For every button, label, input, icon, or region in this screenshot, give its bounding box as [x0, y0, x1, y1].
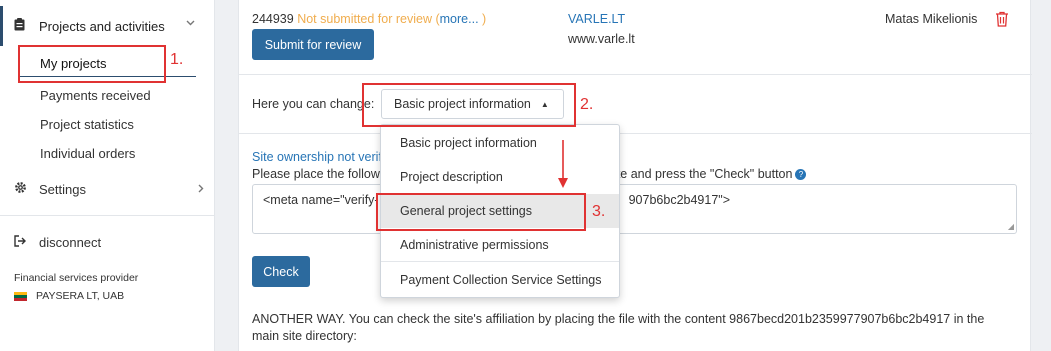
annotation-label-3: 3.: [592, 203, 606, 220]
resize-grip-icon[interactable]: ◢: [1008, 222, 1014, 231]
sidebar-active-accent: [0, 6, 3, 46]
site-name-link[interactable]: VARLE.LT: [568, 12, 625, 26]
dropdown-option-payment-collection[interactable]: Payment Collection Service Settings: [381, 263, 619, 297]
main-panel: 244939 Not submitted for review (more...…: [238, 0, 1032, 351]
annotation-label-2: 2.: [580, 96, 594, 113]
provider-company: PAYSERA LT, UAB: [14, 290, 124, 302]
sidebar-divider: [0, 215, 215, 216]
help-icon[interactable]: ?: [795, 169, 807, 181]
sidebar-item-settings[interactable]: Settings: [14, 181, 204, 197]
gear-icon: [14, 181, 28, 197]
instruction-start: Please place the follow: [252, 167, 380, 181]
project-status: Not submitted for review: [297, 12, 432, 26]
sidebar-item-disconnect[interactable]: disconnect: [14, 235, 101, 250]
dropdown-option-project-description[interactable]: Project description: [381, 160, 619, 194]
change-label: Here you can change:: [252, 97, 375, 111]
section-divider: [239, 133, 1032, 134]
arrow-down-icon: [555, 140, 571, 192]
disconnect-label: disconnect: [39, 235, 102, 250]
logout-icon: [14, 235, 28, 250]
project-id-line: 244939 Not submitted for review (more...…: [252, 12, 486, 26]
sidebar-item-project-statistics[interactable]: Project statistics: [40, 117, 134, 132]
chevron-right-icon: [198, 182, 204, 196]
annotation-box-2: [362, 83, 576, 127]
project-owner: Matas Mikelionis: [885, 12, 978, 26]
dropdown-divider: [381, 261, 619, 262]
ownership-warning: Site ownership not verif: [252, 150, 382, 164]
sidebar-section-projects[interactable]: Projects and activities: [14, 18, 195, 34]
meta-end: 907b6bc2b4917">: [628, 193, 731, 207]
provider-label: Financial services provider: [14, 272, 139, 284]
dropdown-option-admin-permissions[interactable]: Administrative permissions: [381, 228, 619, 262]
annotation-box-3: [376, 193, 586, 231]
section-divider: [239, 74, 1032, 75]
site-url: www.varle.lt: [568, 32, 635, 46]
check-button[interactable]: Check: [252, 256, 310, 287]
submit-for-review-button[interactable]: Submit for review: [252, 29, 374, 60]
annotation-label-1: 1.: [170, 51, 184, 68]
lithuania-flag-icon: [14, 291, 27, 301]
chevron-down-icon: [186, 18, 195, 29]
dropdown-option-basic-info[interactable]: Basic project information: [381, 126, 619, 160]
more-close-paren: ): [482, 12, 487, 26]
meta-tag-textarea[interactable]: <meta name="verify- 907b6bc2b4917"> ◢: [252, 184, 1017, 234]
sidebar-item-individual-orders[interactable]: Individual orders: [40, 146, 135, 161]
company-name: PAYSERA LT, UAB: [36, 290, 125, 302]
another-way-text: ANOTHER WAY. You can check the site's af…: [252, 312, 985, 343]
more-link[interactable]: more...: [440, 12, 479, 26]
annotation-box-1: [18, 45, 166, 83]
project-id: 244939: [252, 12, 294, 26]
sidebar-section-title: Projects and activities: [39, 18, 165, 34]
sidebar-settings-label: Settings: [39, 181, 86, 197]
sidebar-item-payments-received[interactable]: Payments received: [40, 88, 151, 103]
delete-icon[interactable]: [995, 11, 1009, 27]
clipboard-icon: [14, 18, 28, 34]
meta-start: <meta name="verify-: [263, 193, 379, 207]
